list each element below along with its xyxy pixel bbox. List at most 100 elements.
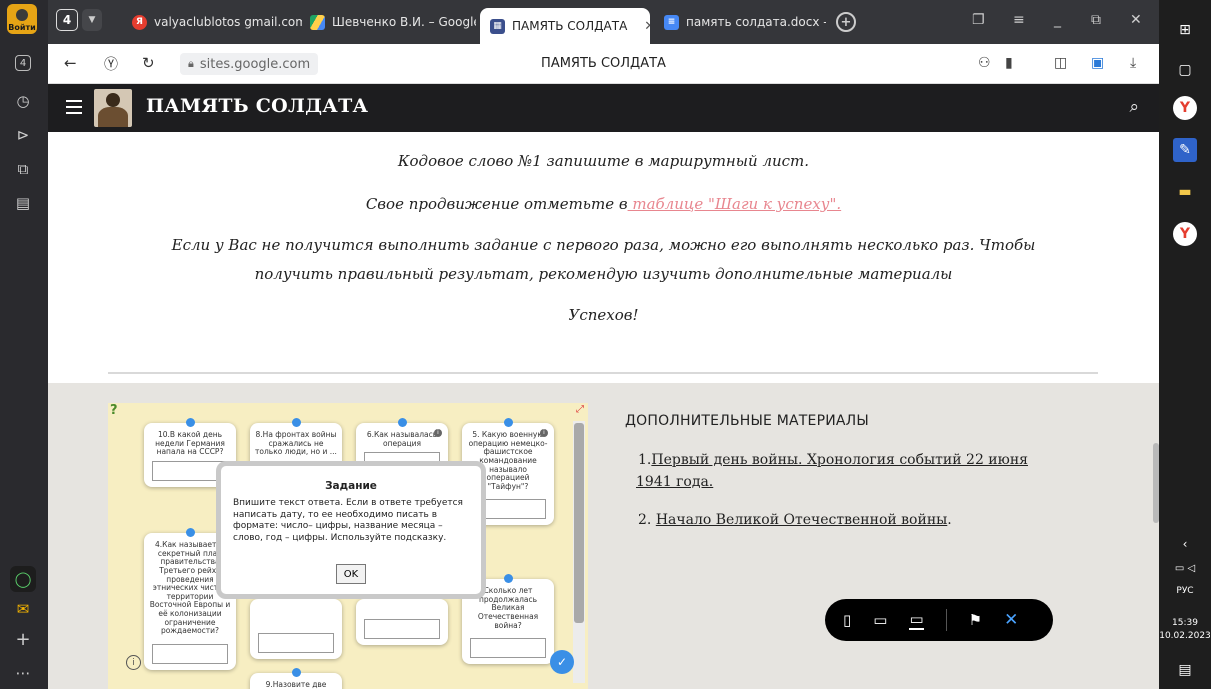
more-icon[interactable]: ⋯ bbox=[10, 660, 36, 686]
war-start-link[interactable]: Начало Великой Отечественной войны bbox=[656, 512, 947, 528]
screenshot-icon[interactable]: ⧉ bbox=[10, 156, 36, 182]
search-icon[interactable]: ⌕ bbox=[1129, 97, 1139, 117]
clock-time[interactable]: 15:39 bbox=[1159, 617, 1211, 629]
question-card-empty-1[interactable] bbox=[250, 599, 342, 659]
info-icon[interactable]: i bbox=[434, 429, 442, 437]
site-logo[interactable] bbox=[94, 89, 132, 127]
tray-expand-icon[interactable]: ‹ bbox=[1173, 532, 1197, 556]
question-card-9[interactable]: 9.Назовите две bbox=[250, 668, 342, 689]
network-sound-icon[interactable]: ▭ ◁ bbox=[1173, 556, 1197, 580]
content-bottom: ? ⤢ 10.В какой день недели Германия напа… bbox=[48, 383, 1159, 689]
first-day-link[interactable]: Первый день войны. Хронология событий 22… bbox=[651, 452, 1028, 468]
google-sites-icon: ▦ bbox=[490, 18, 505, 34]
tab-drive[interactable]: Шевченко В.И. – Google / bbox=[300, 6, 476, 38]
language-indicator[interactable]: РУС bbox=[1159, 585, 1211, 597]
alice-icon[interactable]: ◯ bbox=[10, 566, 36, 592]
info-icon[interactable]: i bbox=[540, 429, 548, 437]
instruction-line-3a: Если у Вас не получится выполнить задани… bbox=[171, 236, 1036, 254]
instruction-line-2: Свое продвижение отметьте в таблице "Шаг… bbox=[365, 195, 842, 213]
restore-icon[interactable]: ⧉ bbox=[1091, 12, 1101, 28]
material-item-2: 2. Начало Великой Отечественной войны. bbox=[638, 512, 952, 528]
task-view-icon[interactable]: ▢ bbox=[1173, 58, 1197, 82]
exercise-logo-icon: ? bbox=[110, 403, 118, 418]
dialog-title: Задание bbox=[325, 480, 377, 492]
answer-input[interactable] bbox=[152, 643, 228, 664]
file-explorer-icon[interactable]: ▬ bbox=[1173, 180, 1197, 204]
tab-label: ПАМЯТЬ СОЛДАТА bbox=[512, 19, 628, 33]
tablet-view-icon[interactable]: ▭ bbox=[873, 611, 887, 629]
translate-icon[interactable]: ⚇ bbox=[978, 55, 991, 71]
good-luck-text: Успехов! bbox=[568, 306, 639, 324]
windows-taskbar: ⊞ ▢ Y ✎ ▬ Y ‹ ▭ ◁ РУС 15:39 10.02.2023 ▤ bbox=[1159, 0, 1211, 689]
instruction-line-3b: получить правильный результат, рекоменду… bbox=[254, 265, 953, 283]
minimize-icon[interactable]: _ bbox=[1054, 12, 1061, 28]
extension-icon[interactable]: ▣ bbox=[1091, 55, 1104, 71]
tab-count-badge[interactable]: 4 bbox=[56, 9, 78, 31]
task-dialog: Задание Впишите текст ответа. Если в отв… bbox=[216, 461, 486, 599]
check-button[interactable]: ✓ bbox=[550, 650, 574, 674]
login-label: Войти bbox=[8, 23, 36, 32]
address-bar: ← Ⓨ ↻ 🔒︎ sites.google.com ПАМЯТЬ СОЛДАТА… bbox=[48, 44, 1159, 84]
tab-label: valyaclublotos gmail.com - bbox=[154, 15, 302, 29]
login-button[interactable]: Войти bbox=[7, 4, 37, 34]
tabs-count-icon[interactable]: 4 bbox=[10, 50, 36, 76]
menu-icon[interactable]: ≡ bbox=[1013, 12, 1025, 28]
windows-start-icon[interactable]: ⊞ bbox=[1173, 18, 1197, 42]
google-drive-icon bbox=[310, 14, 325, 30]
close-icon[interactable]: ✕ bbox=[644, 19, 650, 34]
learningapps-exercise[interactable]: ? ⤢ 10.В какой день недели Германия напа… bbox=[108, 403, 588, 689]
feedback-icon[interactable]: ⚑ bbox=[969, 611, 982, 629]
site-title[interactable]: ПАМЯТЬ СОЛДАТА bbox=[146, 95, 368, 117]
materials-heading: ДОПОЛНИТЕЛЬНЫЕ МАТЕРИАЛЫ bbox=[625, 413, 869, 429]
tab-label: Шевченко В.И. – Google / bbox=[332, 15, 476, 29]
yandex-mail-icon: Я bbox=[132, 14, 147, 30]
app-icon[interactable]: ✎ bbox=[1173, 138, 1197, 162]
tab-docs[interactable]: ≡ память солдата.docx - Goo bbox=[654, 6, 826, 38]
google-docs-icon: ≡ bbox=[664, 14, 679, 30]
answer-input[interactable] bbox=[470, 638, 546, 659]
user-icon bbox=[16, 9, 28, 21]
chevron-down-icon[interactable]: ▼ bbox=[82, 9, 102, 31]
question-card-empty-2[interactable] bbox=[356, 599, 448, 645]
hamburger-menu-icon[interactable] bbox=[66, 100, 82, 118]
history-icon[interactable]: ◷ bbox=[10, 88, 36, 114]
success-table-link[interactable]: таблице "Шаги к успеху". bbox=[628, 195, 841, 213]
view-switcher: ▯ ▭ ▭ ⚑ ✕ bbox=[825, 599, 1053, 641]
info-circle-icon[interactable]: i bbox=[126, 655, 141, 670]
bookmarks-icon[interactable]: ❐ bbox=[972, 12, 985, 28]
site-header: ПАМЯТЬ СОЛДАТА ⌕ bbox=[48, 84, 1159, 132]
browser-sidebar: Войти 4 ◷ ⊳ ⧉ ▤ ◯ ✉ + ⋯ bbox=[0, 0, 48, 689]
tab-sites[interactable]: ▦ ПАМЯТЬ СОЛДАТА ✕ bbox=[480, 8, 650, 44]
new-tab-button[interactable]: + bbox=[836, 12, 856, 32]
yandex-browser-icon[interactable]: Y bbox=[1173, 96, 1197, 120]
content-top: Кодовое слово №1 запишите в маршрутный л… bbox=[48, 132, 1159, 383]
clock-date[interactable]: 10.02.2023 bbox=[1159, 630, 1211, 642]
first-day-link-cont[interactable]: 1941 года. bbox=[636, 474, 713, 490]
mail-icon[interactable]: ✉ bbox=[10, 596, 36, 622]
instruction-line-1: Кодовое слово №1 запишите в маршрутный л… bbox=[397, 152, 810, 170]
yandex-app-icon[interactable]: Y bbox=[1173, 222, 1197, 246]
close-preview-icon[interactable]: ✕ bbox=[1004, 610, 1018, 630]
material-item-1: 1.Первый день войны. Хронология событий … bbox=[636, 452, 1028, 491]
tab-bar: 4 ▼ Я valyaclublotos gmail.com - Шевченк… bbox=[48, 0, 1159, 44]
divider bbox=[108, 372, 1098, 374]
add-icon[interactable]: + bbox=[10, 626, 36, 652]
phone-view-icon[interactable]: ▯ bbox=[843, 611, 851, 629]
notifications-icon[interactable]: ▤ bbox=[1173, 658, 1197, 682]
ok-button[interactable]: OK bbox=[336, 564, 366, 584]
notes-icon[interactable]: ▤ bbox=[10, 190, 36, 216]
desktop-view-icon[interactable]: ▭ bbox=[909, 610, 924, 630]
tab-mail[interactable]: Я valyaclublotos gmail.com - bbox=[122, 6, 302, 38]
page-title: ПАМЯТЬ СОЛДАТА bbox=[541, 56, 666, 71]
window-close-icon[interactable]: ✕ bbox=[1130, 12, 1142, 28]
bookmark-icon[interactable]: ▮ bbox=[1005, 55, 1013, 71]
fullscreen-icon[interactable]: ⤢ bbox=[576, 404, 584, 415]
downloads-icon[interactable]: ⤓ bbox=[1130, 55, 1136, 71]
media-play-icon[interactable]: ⊳ bbox=[10, 122, 36, 148]
reader-icon[interactable]: ◫ bbox=[1054, 55, 1067, 71]
dialog-text: Впишите текст ответа. Если в ответе треб… bbox=[233, 498, 463, 544]
scrollbar-thumb[interactable] bbox=[574, 423, 584, 623]
answer-input[interactable] bbox=[258, 633, 334, 653]
answer-input[interactable] bbox=[364, 619, 440, 639]
tab-label: память солдата.docx - Goo bbox=[686, 15, 826, 29]
